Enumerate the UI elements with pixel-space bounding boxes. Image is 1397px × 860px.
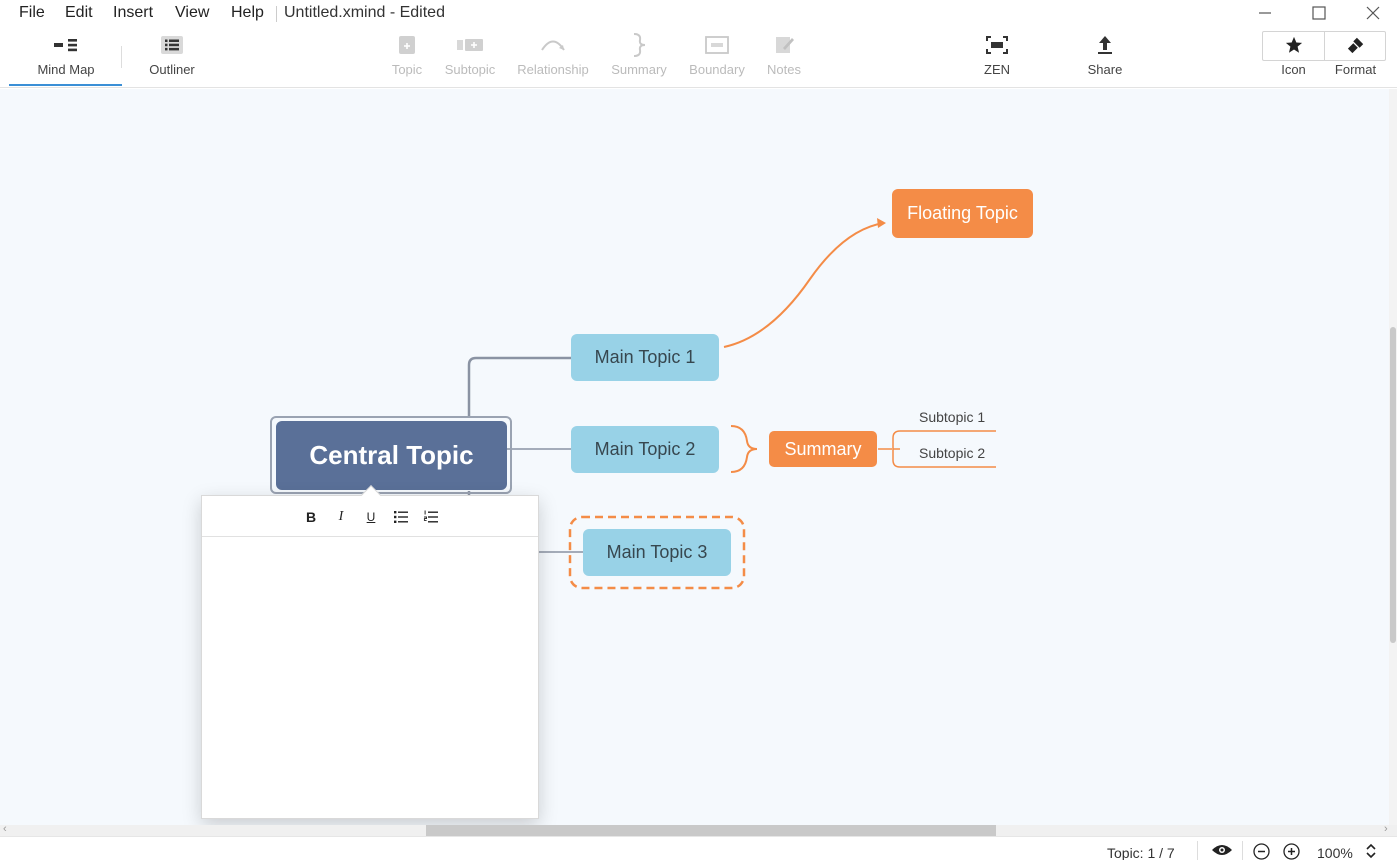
main-topic-2[interactable]: Main Topic 2	[571, 426, 719, 473]
notes-editor-popup: B I U	[201, 485, 539, 819]
status-separator	[1197, 841, 1198, 860]
zoom-in-button[interactable]	[1283, 843, 1300, 860]
insert-summary-label: Summary	[611, 62, 667, 77]
notes-icon	[776, 37, 794, 53]
vertical-scrollbar[interactable]	[1389, 89, 1397, 825]
menu-edit[interactable]: Edit	[65, 4, 93, 22]
document-title: Untitled.xmind - Edited	[284, 4, 445, 21]
insert-topic-label: Topic	[391, 62, 423, 77]
topic-icon	[399, 36, 415, 54]
minimize-button[interactable]	[1250, 2, 1280, 24]
bold-button[interactable]: B	[302, 508, 320, 526]
horizontal-scrollbar[interactable]: ‹ ›	[0, 823, 1397, 836]
subtopic-icon	[457, 39, 483, 51]
status-separator	[1242, 841, 1243, 860]
insert-boundary-button[interactable]: Boundary	[686, 28, 748, 88]
menu-bar: File Edit Insert View Help Untitled.xmin…	[0, 0, 1397, 28]
boundary-icon	[705, 36, 729, 54]
zen-label: ZEN	[984, 62, 1010, 77]
bullet-list-icon	[394, 511, 408, 523]
floating-topic[interactable]: Floating Topic	[892, 189, 1033, 238]
italic-button[interactable]: I	[332, 508, 350, 526]
underline-button[interactable]: U	[362, 508, 380, 526]
visibility-toggle[interactable]	[1211, 843, 1233, 860]
subtopic-1[interactable]: Subtopic 1	[919, 409, 985, 425]
topic-count: Topic: 1 / 7	[1107, 845, 1175, 860]
italic-icon: I	[338, 509, 344, 524]
menu-help[interactable]: Help	[231, 4, 264, 22]
format-panel-label: Format	[1334, 62, 1377, 77]
insert-boundary-label: Boundary	[689, 62, 745, 77]
insert-relationship-button[interactable]: Relationship	[513, 28, 593, 88]
insert-summary-button[interactable]: Summary	[607, 28, 671, 88]
bold-icon: B	[305, 509, 317, 525]
summary-icon	[633, 33, 646, 57]
maximize-icon	[1312, 6, 1326, 20]
menu-file[interactable]: File	[19, 4, 45, 22]
status-bar: Topic: 1 / 7 100%	[0, 836, 1397, 860]
view-outliner[interactable]: Outliner	[140, 28, 204, 88]
insert-notes-label: Notes	[767, 62, 801, 77]
toolbar: Mind Map Outliner Topic Subtopic Relatio…	[0, 28, 1397, 88]
close-icon	[1366, 6, 1380, 20]
numbered-list-button[interactable]	[422, 508, 440, 526]
scroll-right-icon[interactable]: ›	[1384, 823, 1388, 835]
insert-subtopic-button[interactable]: Subtopic	[438, 28, 502, 88]
insert-subtopic-label: Subtopic	[444, 62, 496, 77]
view-mind-map-label: Mind Map	[37, 62, 95, 77]
active-view-indicator	[9, 84, 122, 86]
zoom-in-icon	[1283, 843, 1300, 860]
title-separator	[276, 6, 277, 22]
underline-icon: U	[366, 510, 376, 524]
share-button[interactable]: Share	[1082, 28, 1128, 88]
vertical-scroll-thumb[interactable]	[1390, 327, 1396, 643]
icon-panel-button[interactable]: Icon	[1263, 28, 1324, 88]
notes-format-toolbar: B I U	[202, 496, 538, 537]
zoom-level: 100%	[1317, 845, 1353, 860]
close-button[interactable]	[1358, 2, 1388, 24]
chevron-up-down-icon	[1366, 843, 1376, 859]
main-topic-3[interactable]: Main Topic 3	[583, 529, 731, 576]
numbered-list-icon	[423, 510, 438, 523]
zen-button[interactable]: ZEN	[976, 28, 1018, 88]
zoom-out-button[interactable]	[1253, 843, 1270, 860]
menu-insert[interactable]: Insert	[113, 4, 153, 22]
star-icon	[1285, 36, 1302, 53]
insert-notes-button[interactable]: Notes	[760, 28, 808, 88]
notes-text-area[interactable]	[202, 538, 538, 818]
zen-icon	[986, 36, 1008, 54]
summary-topic[interactable]: Summary	[769, 431, 877, 467]
maximize-button[interactable]	[1304, 2, 1334, 24]
mind-map-icon	[54, 39, 77, 52]
subtopic-2[interactable]: Subtopic 2	[919, 445, 985, 461]
bullet-list-button[interactable]	[392, 508, 410, 526]
main-topic-1[interactable]: Main Topic 1	[571, 334, 719, 381]
outliner-icon	[161, 36, 183, 54]
view-mind-map[interactable]: Mind Map	[30, 28, 102, 88]
share-icon	[1098, 36, 1112, 54]
format-brush-icon	[1347, 37, 1363, 54]
menu-view[interactable]: View	[175, 4, 209, 22]
zoom-out-icon	[1253, 843, 1270, 860]
view-outliner-label: Outliner	[149, 62, 195, 77]
central-topic[interactable]: Central Topic	[276, 421, 507, 490]
scroll-left-icon[interactable]: ‹	[3, 823, 7, 835]
eye-icon	[1212, 845, 1232, 855]
relationship-icon	[541, 40, 565, 51]
horizontal-scroll-thumb[interactable]	[426, 825, 996, 836]
toolbar-separator	[121, 46, 122, 68]
insert-relationship-label: Relationship	[517, 62, 589, 77]
icon-panel-label: Icon	[1281, 62, 1306, 77]
minimize-icon	[1259, 12, 1271, 14]
zoom-stepper[interactable]	[1365, 842, 1377, 860]
format-panel-button[interactable]: Format	[1325, 28, 1386, 88]
insert-topic-button[interactable]: Topic	[382, 28, 432, 88]
share-label: Share	[1087, 62, 1123, 77]
